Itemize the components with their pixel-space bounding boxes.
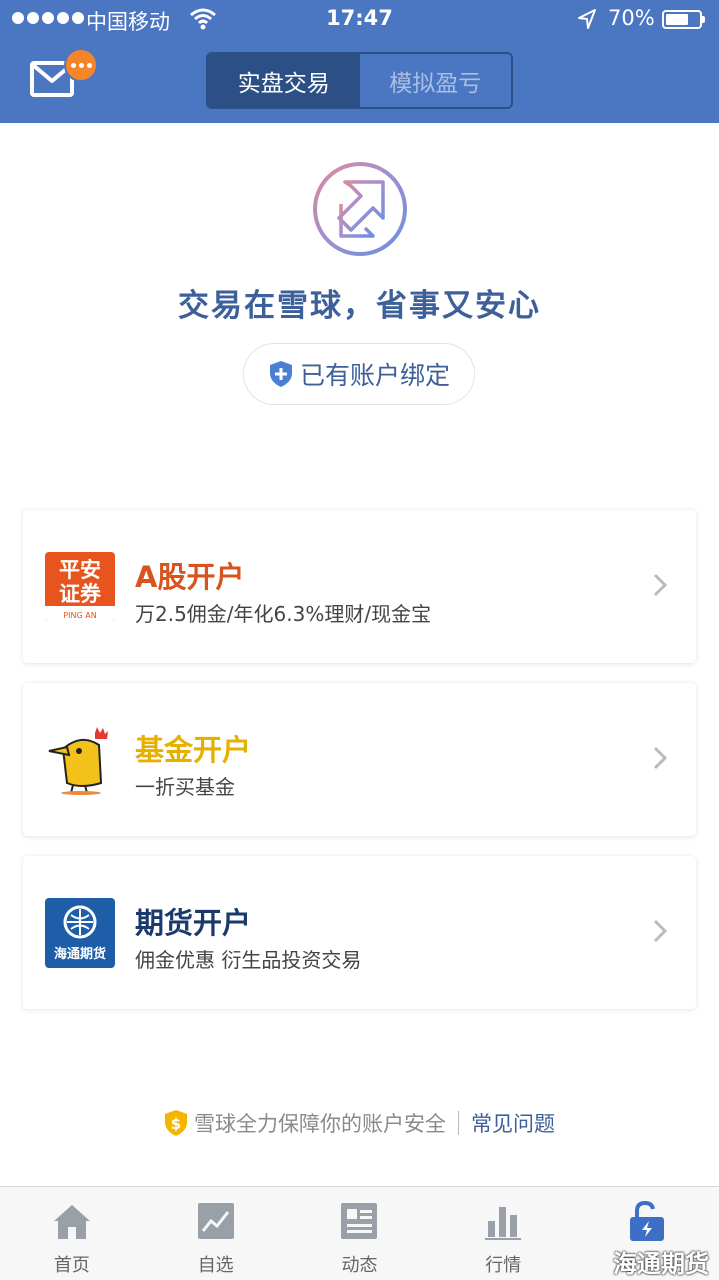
chevron-right-icon xyxy=(653,746,668,770)
trade-exchange-icon xyxy=(313,162,407,256)
feed-icon xyxy=(341,1203,378,1239)
tab-market[interactable]: 行情 xyxy=(431,1187,575,1280)
chart-icon xyxy=(197,1203,234,1239)
bind-button-label: 已有账户绑定 xyxy=(299,361,450,390)
svg-text:$: $ xyxy=(171,1115,181,1133)
tab-watchlist[interactable]: 自选 xyxy=(144,1187,288,1280)
bottom-tab-bar: 首页 自选 动态 行情 xyxy=(0,1186,719,1280)
home-icon xyxy=(53,1205,90,1239)
faq-link[interactable]: 常见问题 xyxy=(471,1108,555,1138)
tab-simulated-pnl[interactable]: 模拟盈亏 xyxy=(359,54,511,107)
fund-account-card[interactable]: 基金开户 一折买基金 xyxy=(23,683,696,836)
security-note-text: 雪球全力保障你的账户安全 xyxy=(194,1112,446,1136)
security-note: $ 雪球全力保障你的账户安全 常见问题 xyxy=(0,1108,719,1138)
card-subtitle: 一折买基金 xyxy=(135,775,235,799)
a-share-account-card[interactable]: 平安 证券 PING AN A股开户 万2.5佣金/年化6.3%理财/现金宝 xyxy=(23,510,696,663)
futures-account-card[interactable]: 海通期货 期货开户 佣金优惠 衍生品投资交易 xyxy=(23,856,696,1009)
ping-an-securities-logo: 平安 证券 PING AN xyxy=(45,552,115,622)
status-bar: 中国移动 17:47 70% xyxy=(0,0,719,40)
card-subtitle: 佣金优惠 衍生品投资交易 xyxy=(135,948,362,972)
duck-mascot-logo xyxy=(45,725,115,795)
card-title: A股开户 xyxy=(135,560,245,594)
card-subtitle: 万2.5佣金/年化6.3%理财/现金宝 xyxy=(135,602,432,626)
tab-label: 首页 xyxy=(53,1255,90,1276)
bind-existing-account-button[interactable]: 已有账户绑定 xyxy=(243,343,475,405)
tab-home[interactable]: 首页 xyxy=(0,1187,144,1280)
slogan: 交易在雪球，省事又安心 xyxy=(178,288,541,324)
chevron-right-icon xyxy=(653,919,668,943)
location-arrow-icon xyxy=(578,9,596,29)
trade-mode-segmented-control[interactable]: 实盘交易 模拟盈亏 xyxy=(206,52,513,109)
tab-feed[interactable]: 动态 xyxy=(288,1187,432,1280)
bars-icon xyxy=(485,1207,522,1240)
unlock-icon xyxy=(630,1200,665,1241)
haitong-futures-logo: 海通期货 xyxy=(45,898,115,968)
divider xyxy=(458,1111,459,1135)
shield-plus-icon xyxy=(269,361,292,387)
top-bar: 中国移动 17:47 70% 实盘交易 模拟盈亏 xyxy=(0,0,719,123)
card-title: 期货开户 xyxy=(135,906,252,940)
svg-text:海通期货: 海通期货 xyxy=(54,946,106,962)
tab-real-trading[interactable]: 实盘交易 xyxy=(208,54,360,107)
ellipsis-icon[interactable] xyxy=(64,48,98,82)
chevron-right-icon xyxy=(653,573,668,597)
svg-text:PING AN: PING AN xyxy=(63,611,96,620)
svg-text:平安: 平安 xyxy=(59,558,101,582)
tab-label: 行情 xyxy=(485,1255,522,1276)
dollar-shield-icon: $ xyxy=(165,1110,187,1136)
svg-text:证券: 证券 xyxy=(59,582,102,606)
tab-label: 动态 xyxy=(341,1255,378,1276)
battery-percent: 70% xyxy=(608,6,655,30)
card-title: 基金开户 xyxy=(135,733,252,767)
tab-label: 自选 xyxy=(197,1255,234,1276)
battery-icon xyxy=(662,10,705,29)
watermark: 海通期货 xyxy=(613,1250,709,1278)
